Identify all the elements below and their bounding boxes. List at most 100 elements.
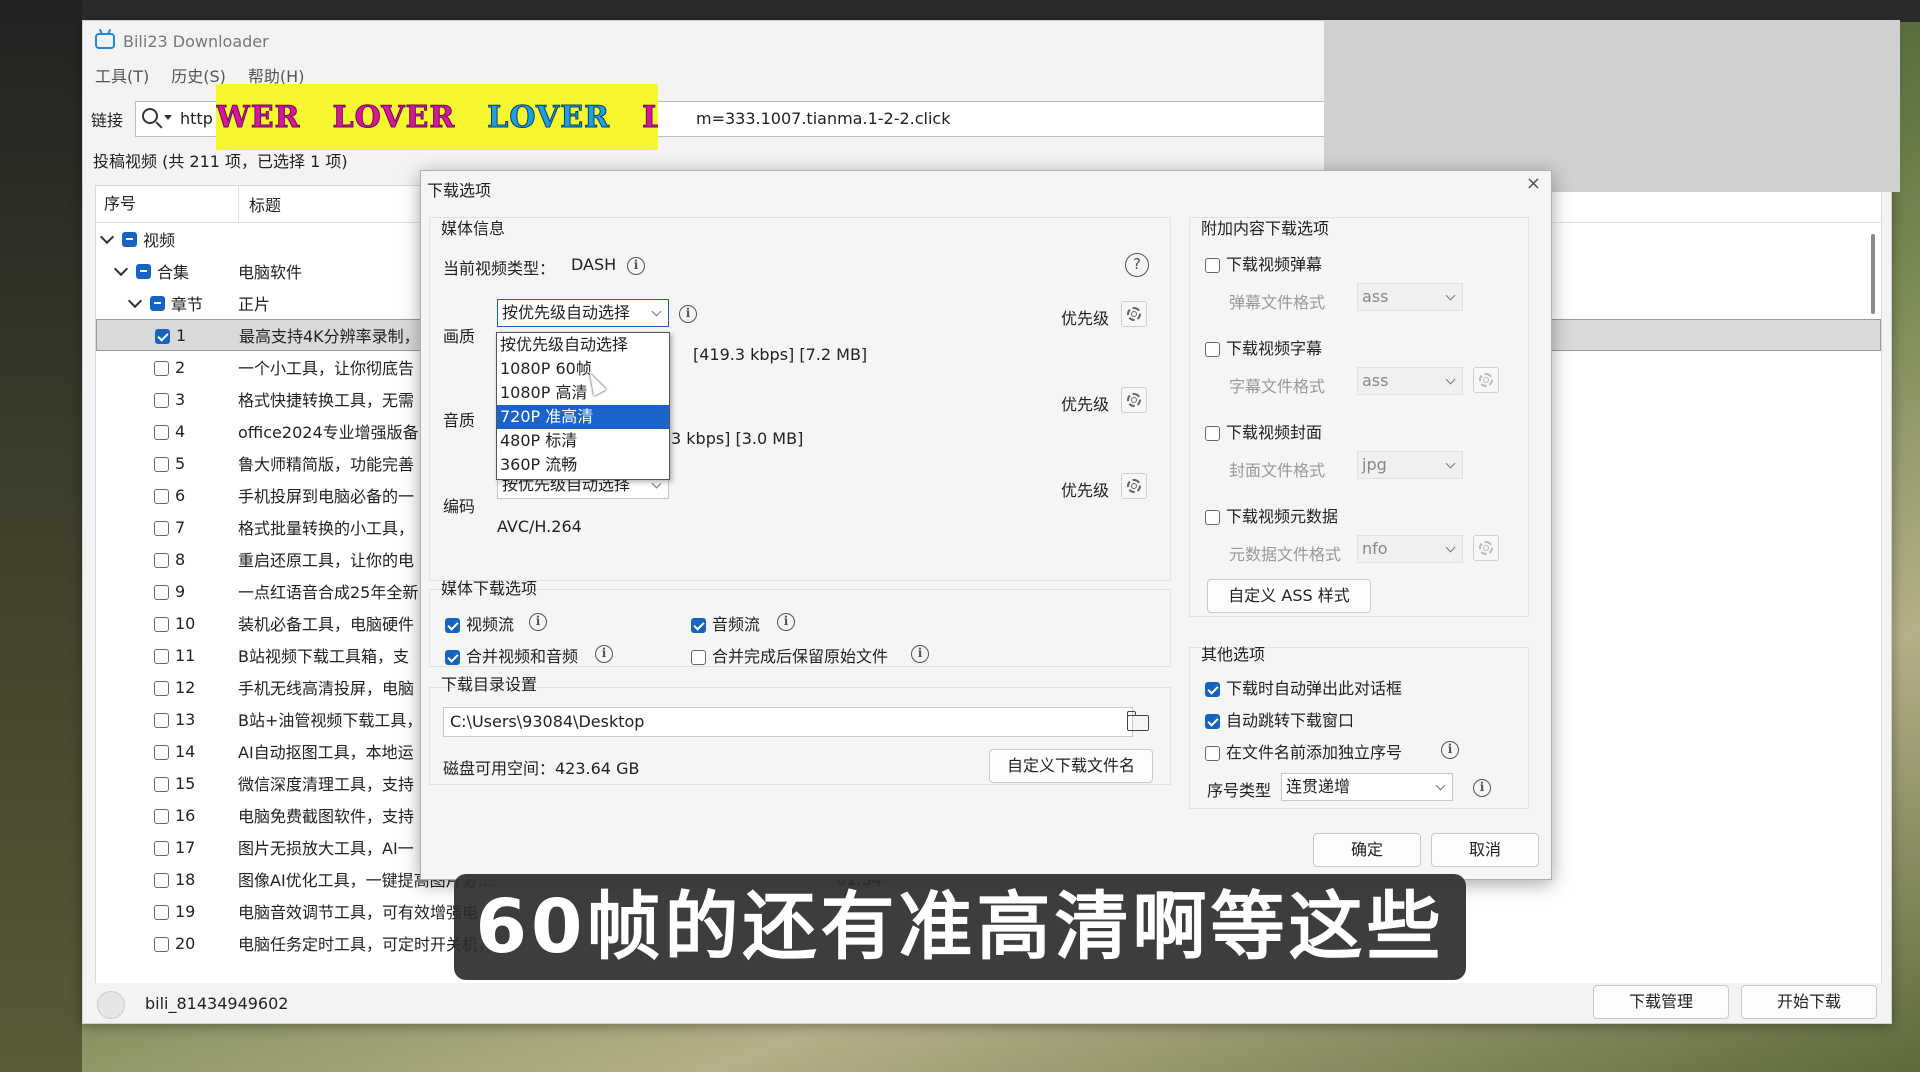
chevron-down-icon[interactable] — [127, 293, 143, 309]
merge-option[interactable]: 合并视频和音频 — [445, 643, 578, 667]
checkbox[interactable] — [154, 808, 169, 824]
checkbox[interactable] — [154, 488, 169, 504]
checkbox[interactable] — [445, 650, 460, 665]
quality-select[interactable]: 按优先级自动选择 — [497, 299, 669, 327]
search-icon[interactable] — [142, 108, 158, 124]
dropdown-option[interactable]: 按优先级自动选择 — [497, 333, 669, 357]
quality-selected: 按优先级自动选择 — [502, 303, 631, 322]
search-dropdown-icon[interactable] — [164, 115, 172, 120]
checkbox[interactable] — [154, 648, 169, 664]
audio-stream-option[interactable]: 音频流 — [691, 611, 760, 635]
auto-popup-option[interactable]: 下载时自动弹出此对话框 — [1205, 675, 1402, 699]
dropdown-option[interactable]: 360P 流畅 — [497, 453, 669, 477]
start-download-button[interactable]: 开始下载 — [1741, 985, 1877, 1019]
info-icon[interactable]: i — [529, 613, 547, 631]
checkbox[interactable] — [154, 552, 169, 568]
video-stream-option[interactable]: 视频流 — [445, 611, 514, 635]
cover-option[interactable]: 下载视频封面 — [1205, 419, 1322, 443]
checkbox[interactable] — [154, 424, 169, 440]
checkbox[interactable] — [445, 618, 460, 633]
index-type-select[interactable]: 连贯递增 — [1281, 773, 1453, 801]
avatar[interactable] — [97, 991, 125, 1019]
info-icon[interactable]: i — [595, 645, 613, 663]
codec-gear-icon[interactable] — [1121, 473, 1147, 499]
checkbox[interactable] — [150, 295, 165, 311]
keep-original-label: 合并完成后保留原始文件 — [712, 647, 889, 666]
dropdown-option[interactable]: 1080P 高清 — [497, 381, 669, 405]
checkbox[interactable] — [154, 392, 169, 408]
audio-label: 音质 — [443, 411, 476, 430]
checkbox[interactable] — [154, 520, 169, 536]
audio-gear-icon[interactable] — [1121, 387, 1147, 413]
info-icon[interactable]: i — [911, 645, 929, 663]
menu-tools[interactable]: 工具(T) — [95, 63, 149, 89]
checkbox[interactable] — [154, 456, 169, 472]
checkbox[interactable] — [154, 584, 169, 600]
download-manager-button[interactable]: 下载管理 — [1593, 985, 1729, 1019]
row-number: 16 — [175, 805, 196, 825]
danmaku-format-select[interactable]: ass — [1357, 283, 1463, 311]
quality-gear-icon[interactable] — [1121, 301, 1147, 327]
metadata-gear-icon[interactable] — [1473, 535, 1499, 561]
checkbox[interactable] — [691, 618, 706, 633]
audio-stream-label: 音频流 — [712, 615, 761, 634]
checkbox[interactable] — [691, 650, 706, 665]
row-index: 2 — [154, 358, 185, 377]
info-icon[interactable]: i — [777, 613, 795, 631]
danmaku-option[interactable]: 下载视频弹幕 — [1205, 251, 1322, 275]
folder-icon[interactable] — [1126, 711, 1149, 731]
checkbox[interactable] — [154, 616, 169, 632]
checkbox[interactable] — [154, 936, 169, 952]
custom-ass-button[interactable]: 自定义 ASS 样式 — [1207, 579, 1371, 613]
dropdown-option[interactable]: 480P 标清 — [497, 429, 669, 453]
help-icon[interactable]: ? — [1125, 253, 1149, 277]
checkbox[interactable] — [1205, 342, 1220, 357]
info-icon[interactable]: i — [627, 257, 645, 275]
checkbox[interactable] — [136, 263, 151, 279]
metadata-option[interactable]: 下载视频元数据 — [1205, 503, 1338, 527]
checkbox[interactable] — [154, 840, 169, 856]
danmaku-format: ass — [1362, 287, 1389, 306]
col-index-header[interactable]: 序号 — [96, 186, 239, 222]
checkbox[interactable] — [154, 776, 169, 792]
chevron-down-icon[interactable] — [113, 261, 129, 277]
checkbox[interactable] — [1205, 510, 1220, 525]
keep-original-option[interactable]: 合并完成后保留原始文件 — [691, 643, 888, 667]
checkbox[interactable] — [1205, 426, 1220, 441]
custom-filename-button[interactable]: 自定义下载文件名 — [989, 749, 1153, 783]
checkbox[interactable] — [122, 231, 137, 247]
tree-scrollbar[interactable] — [1871, 234, 1875, 314]
checkbox[interactable] — [154, 712, 169, 728]
close-icon[interactable]: × — [1526, 173, 1541, 194]
row-number: 7 — [175, 517, 186, 537]
col-title-header[interactable]: 标题 — [239, 192, 281, 216]
dropdown-option[interactable]: 1080P 60帧 — [497, 357, 669, 381]
metadata-format-select[interactable]: nfo — [1357, 535, 1463, 563]
checkbox[interactable] — [154, 872, 169, 888]
cover-format-select[interactable]: jpg — [1357, 451, 1463, 479]
row-number: 9 — [175, 581, 186, 601]
checkbox[interactable] — [1205, 682, 1220, 697]
checkbox[interactable] — [154, 360, 169, 376]
checkbox[interactable] — [155, 328, 170, 344]
subtitle-option[interactable]: 下载视频字幕 — [1205, 335, 1322, 359]
subtitle-gear-icon[interactable] — [1473, 367, 1499, 393]
chevron-down-icon[interactable] — [99, 229, 115, 245]
checkbox[interactable] — [1205, 714, 1220, 729]
checkbox[interactable] — [154, 904, 169, 920]
cancel-button[interactable]: 取消 — [1431, 833, 1539, 867]
auto-jump-option[interactable]: 自动跳转下载窗口 — [1205, 707, 1354, 731]
checkbox[interactable] — [1205, 746, 1220, 761]
dropdown-option[interactable]: 720P 准高清 — [497, 405, 669, 429]
username: bili_81434949602 — [145, 994, 289, 1013]
ok-button[interactable]: 确定 — [1313, 833, 1421, 867]
info-icon[interactable]: i — [1473, 779, 1491, 797]
checkbox[interactable] — [1205, 258, 1220, 273]
subtitle-format-select[interactable]: ass — [1357, 367, 1463, 395]
add-index-option[interactable]: 在文件名前添加独立序号 — [1205, 739, 1402, 763]
info-icon[interactable]: i — [679, 305, 697, 323]
checkbox[interactable] — [154, 680, 169, 696]
info-icon[interactable]: i — [1441, 741, 1459, 759]
checkbox[interactable] — [154, 744, 169, 760]
directory-input[interactable]: C:\Users\93084\Desktop — [443, 707, 1133, 737]
